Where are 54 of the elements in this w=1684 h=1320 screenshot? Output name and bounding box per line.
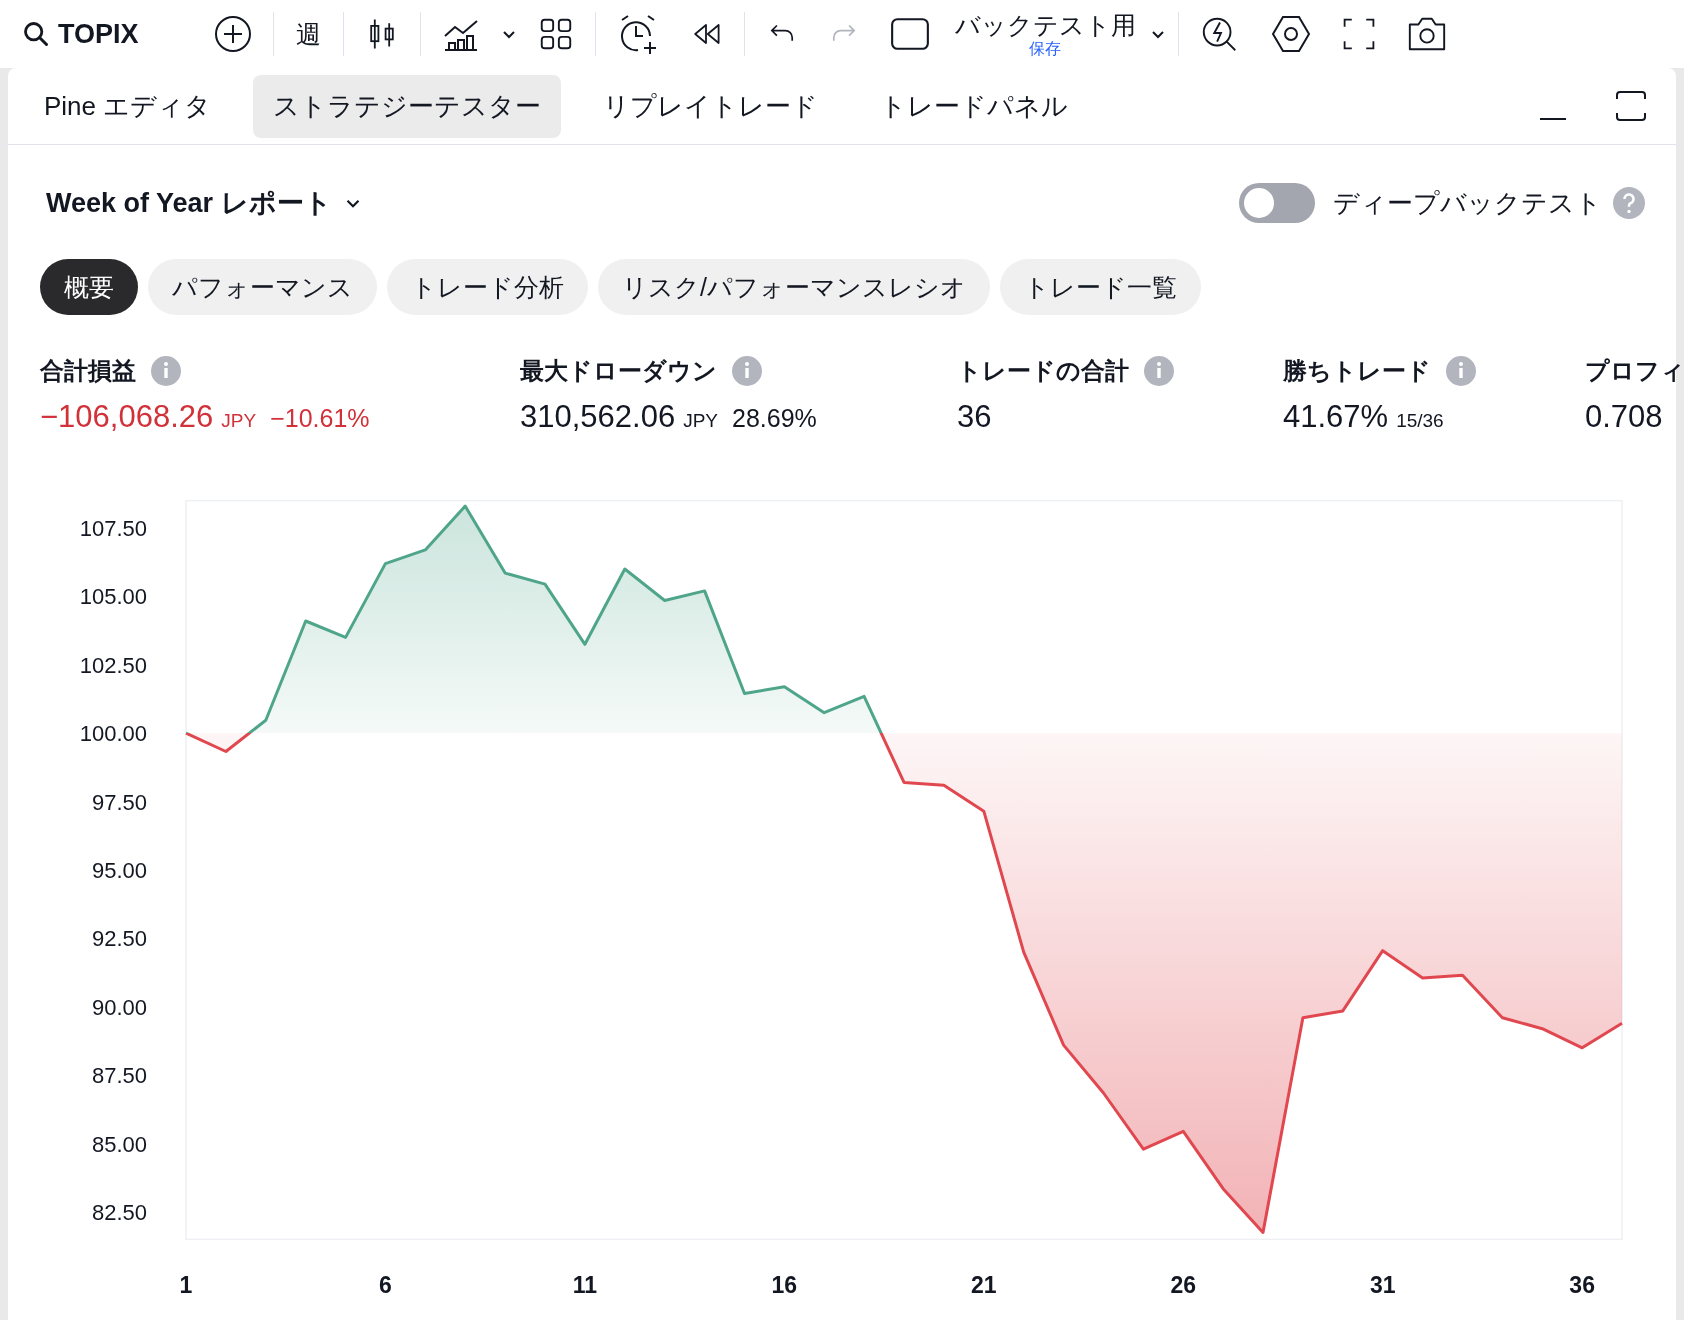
y-axis-label: 107.50 [79, 516, 147, 541]
y-axis-label: 85.00 [91, 1131, 147, 1157]
x-axis-label: 1 [179, 1272, 193, 1298]
x-axis-label: 11 [572, 1272, 598, 1298]
y-axis-label: 100.00 [79, 721, 147, 747]
report-tab[interactable]: トレード一覧 [999, 259, 1201, 315]
y-axis-label: 105.00 [79, 584, 147, 610]
metric-value: 0.708 [1585, 399, 1663, 435]
y-axis-label: 95.00 [91, 858, 147, 883]
add-icon[interactable] [212, 14, 253, 54]
y-axis-label: 82.50 [91, 1200, 147, 1225]
symbol-name: TOPIX [58, 18, 139, 50]
x-axis-label: 21 [971, 1272, 997, 1298]
currency-unit: JPY [221, 410, 257, 432]
metric-label: トレードの合計 [957, 356, 1129, 386]
currency-unit: JPY [683, 410, 718, 432]
report-tab[interactable]: 概要 [40, 259, 138, 315]
deep-backtest-label: ディープバックテスト [1333, 186, 1602, 220]
metric-value: 41.67% [1283, 399, 1389, 435]
save-status: 保存 [1029, 40, 1062, 58]
panel-tab[interactable]: ストラテジーテスター [253, 74, 562, 138]
layout-name[interactable]: バックテスト用 [954, 10, 1136, 40]
y-axis-label: 97.50 [91, 789, 147, 815]
y-axis-label: 87.50 [91, 1063, 147, 1089]
x-axis-label: 16 [771, 1272, 798, 1298]
metric-percent: −10.61% [270, 404, 370, 433]
report-tab[interactable]: リスク/パフォーマンスレシオ [598, 259, 990, 315]
panel-tab[interactable]: Pine エディタ [24, 74, 232, 138]
x-axis-label: 26 [1170, 1272, 1197, 1298]
metric-value: −106,068.26 [40, 399, 214, 435]
interval-button[interactable]: 週 [279, 13, 337, 55]
panel-tab[interactable]: トレードパネル [860, 74, 1089, 138]
symbol-search[interactable]: TOPIX [22, 18, 139, 50]
report-tab[interactable]: パフォーマンス [148, 259, 377, 315]
metric-label: プロフィ [1585, 356, 1684, 386]
x-axis-label: 31 [1369, 1272, 1396, 1298]
x-axis-label: 36 [1569, 1272, 1595, 1298]
x-axis-label: 6 [379, 1272, 392, 1298]
panel-tab[interactable]: リプレイトレード [583, 74, 839, 138]
report-dropdown[interactable]: Week of Year レポート [46, 185, 332, 221]
y-axis-label: 90.00 [91, 994, 147, 1020]
metric-ratio: 15/36 [1396, 410, 1444, 432]
metric-label: 勝ちトレード [1283, 356, 1431, 386]
y-axis-label: 92.50 [91, 926, 147, 952]
metric-label: 合計損益 [40, 356, 136, 386]
deep-backtest-toggle[interactable] [1239, 183, 1315, 223]
metric-percent: 28.69% [732, 404, 817, 433]
maximize-icon[interactable] [1614, 89, 1648, 123]
report-tab[interactable]: トレード分析 [387, 259, 588, 315]
metric-value: 310,562.06 [520, 399, 676, 435]
metric-label: 最大ドローダウン [520, 356, 717, 386]
metric-value: 36 [957, 399, 992, 435]
y-axis-label: 102.50 [79, 652, 147, 678]
search-icon [22, 20, 50, 48]
